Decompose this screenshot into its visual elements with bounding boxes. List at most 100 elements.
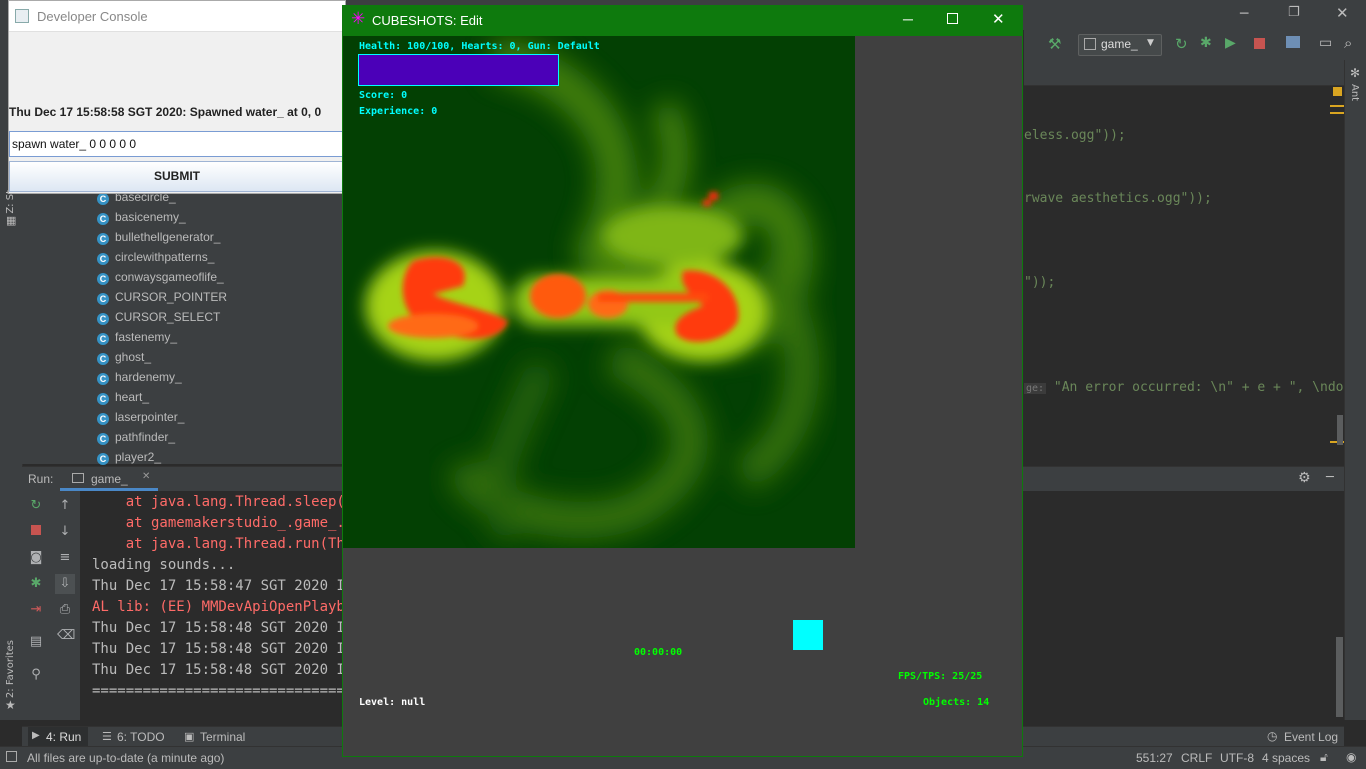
- scroll-up-icon[interactable]: ↑: [57, 498, 73, 514]
- structure-icon[interactable]: ▦: [6, 214, 16, 227]
- class-icon: C: [97, 213, 109, 225]
- import-icon[interactable]: ⇥: [28, 602, 44, 618]
- developer-console-title: Developer Console: [37, 9, 148, 24]
- health-bar: [358, 54, 559, 86]
- console-line: Thu Dec 17 15:58:48 SGT 2020 INF: [92, 662, 362, 678]
- soft-wrap-icon[interactable]: ≡: [57, 550, 73, 566]
- status-toggle-icon[interactable]: [6, 751, 17, 762]
- run-config-icon: [1084, 38, 1096, 50]
- tree-item[interactable]: Cfastenemy_: [97, 327, 177, 347]
- submit-button[interactable]: SUBMIT: [9, 161, 345, 192]
- class-icon: C: [97, 433, 109, 445]
- class-icon: C: [97, 293, 109, 305]
- objects-counter: Objects: 14: [923, 697, 990, 708]
- caret-position[interactable]: 551:27: [1136, 751, 1173, 765]
- tab-event-log[interactable]: Event Log: [1284, 730, 1338, 744]
- console-line: at java.lang.Thread.sleep(Na: [92, 494, 362, 510]
- player-cube: [793, 620, 823, 650]
- scroll-down-icon[interactable]: ↓: [57, 524, 73, 540]
- hide-panel-icon[interactable]: ─: [1326, 470, 1334, 485]
- tree-item[interactable]: Cbullethellgenerator_: [97, 227, 220, 247]
- stop-icon[interactable]: [28, 524, 44, 540]
- rerun-icon[interactable]: ↻: [1175, 35, 1188, 53]
- tree-item[interactable]: C CURSOR_POINTER: [97, 287, 227, 307]
- favorites-star-icon[interactable]: ★: [5, 698, 16, 712]
- console-line: Thu Dec 17 15:58:48 SGT 2020 INF: [92, 641, 362, 657]
- tab-run[interactable]: ▶ 4: Run: [28, 727, 88, 747]
- tab-terminal[interactable]: Terminal: [200, 730, 245, 744]
- tree-item[interactable]: Claserpointer_: [97, 407, 184, 427]
- run-coverage-icon[interactable]: ▶: [1225, 35, 1236, 51]
- class-icon: C: [97, 193, 109, 205]
- tree-item[interactable]: Cbasicenemy_: [97, 207, 186, 227]
- project-structure-icon[interactable]: [1286, 36, 1300, 48]
- parameter-hint: ge:: [1024, 383, 1047, 394]
- game-window-titlebar[interactable]: ✳ CUBESHOTS: Edit ─ ✕: [342, 5, 1023, 36]
- minimize-icon[interactable]: ─: [903, 11, 913, 27]
- close-icon[interactable]: ✕: [1336, 4, 1352, 22]
- run-tab[interactable]: game_ ✕: [60, 467, 158, 491]
- tree-item[interactable]: Cpathfinder_: [97, 427, 175, 447]
- close-icon[interactable]: ✕: [992, 10, 1005, 28]
- developer-console-titlebar[interactable]: Developer Console: [9, 1, 345, 32]
- stop-icon[interactable]: [1254, 38, 1265, 49]
- experience-text: Experience: 0: [359, 106, 438, 117]
- tab-todo[interactable]: 6: TODO: [117, 730, 165, 744]
- developer-console-window: Developer Console Thu Dec 17 15:58:58 SG…: [8, 0, 346, 194]
- tab-run-label: 4: Run: [46, 730, 82, 744]
- todo-icon: ☰: [102, 730, 112, 743]
- sdk-icon[interactable]: ▭: [1319, 35, 1332, 51]
- run-label: Run:: [28, 472, 54, 486]
- game-viewport[interactable]: Health: 100/100, Hearts: 0, Gun: Default…: [343, 36, 1022, 756]
- debug-bug-icon[interactable]: ✱: [1200, 35, 1212, 51]
- game-window: ✳ CUBESHOTS: Edit ─ ✕ Health: 100/100, H…: [342, 5, 1023, 757]
- fluid-simulation-canvas[interactable]: Health: 100/100, Hearts: 0, Gun: Default…: [343, 36, 855, 548]
- build-hammer-icon[interactable]: ⚒: [1048, 35, 1061, 53]
- lock-icon[interactable]: 🔓︎: [1320, 750, 1328, 765]
- tree-item[interactable]: Cplayer2_: [97, 447, 161, 467]
- close-tab-icon[interactable]: ✕: [142, 471, 150, 482]
- print-icon[interactable]: ⎙: [57, 602, 73, 618]
- git-icon[interactable]: ◉: [1346, 750, 1356, 764]
- delete-icon[interactable]: ⌫: [57, 628, 75, 644]
- score-text: Score: 0: [359, 90, 408, 101]
- restore-icon[interactable]: ❐: [1288, 5, 1304, 21]
- tree-item[interactable]: Chardenemy_: [97, 367, 182, 387]
- code-line-2: rwave aesthetics.ogg"));: [1024, 191, 1212, 206]
- code-editor[interactable]: eless.ogg")); rwave aesthetics.ogg")); "…: [1024, 86, 1344, 464]
- favorites-label[interactable]: 2: Favorites: [5, 640, 16, 698]
- camera-icon[interactable]: ◙: [28, 550, 44, 566]
- search-everywhere-icon[interactable]: ⌕: [1344, 34, 1352, 52]
- pin-icon[interactable]: ⚲: [28, 667, 44, 683]
- debug-bug-icon[interactable]: ✱: [28, 576, 44, 592]
- code-line-4: ge: "An error occurred: \n" + e + ", \nd…: [1024, 380, 1344, 395]
- tree-item[interactable]: C CURSOR_SELECT: [97, 307, 220, 327]
- ant-icon[interactable]: ✻: [1350, 66, 1360, 80]
- tree-item[interactable]: Ccirclewithpatterns_: [97, 247, 214, 267]
- settings-gear-icon[interactable]: ⚙: [1298, 470, 1311, 486]
- class-icon: C: [97, 453, 109, 465]
- event-log-icon: ◷: [1267, 729, 1278, 743]
- chevron-down-icon: ▼: [1147, 38, 1154, 48]
- file-encoding[interactable]: UTF-8: [1220, 751, 1254, 765]
- command-input[interactable]: [9, 131, 345, 157]
- console-line: =================================: [92, 683, 371, 699]
- tree-item[interactable]: Cconwaysgameoflife_: [97, 267, 224, 287]
- indent-setting[interactable]: 4 spaces: [1262, 751, 1310, 765]
- status-message[interactable]: All files are up-to-date (a minute ago): [27, 751, 224, 765]
- code-line-1: eless.ogg"));: [1024, 128, 1126, 143]
- scroll-to-end-icon[interactable]: ⇩: [55, 574, 75, 594]
- line-separator[interactable]: CRLF: [1181, 751, 1212, 765]
- layout-icon[interactable]: ▤: [28, 634, 44, 650]
- terminal-icon: ▣: [184, 730, 195, 743]
- rerun-icon[interactable]: ↻: [28, 498, 44, 514]
- class-icon: C: [97, 313, 109, 325]
- tree-item[interactable]: Cghost_: [97, 347, 151, 367]
- ant-label[interactable]: Ant: [1349, 84, 1360, 101]
- tree-item[interactable]: Cheart_: [97, 387, 149, 407]
- editor-scrollbar[interactable]: [1337, 415, 1343, 445]
- maximize-icon[interactable]: [947, 13, 958, 24]
- minimize-icon[interactable]: ─: [1240, 6, 1256, 22]
- run-config-select[interactable]: game_ ▼: [1078, 34, 1162, 56]
- console-scrollbar[interactable]: [1336, 637, 1343, 717]
